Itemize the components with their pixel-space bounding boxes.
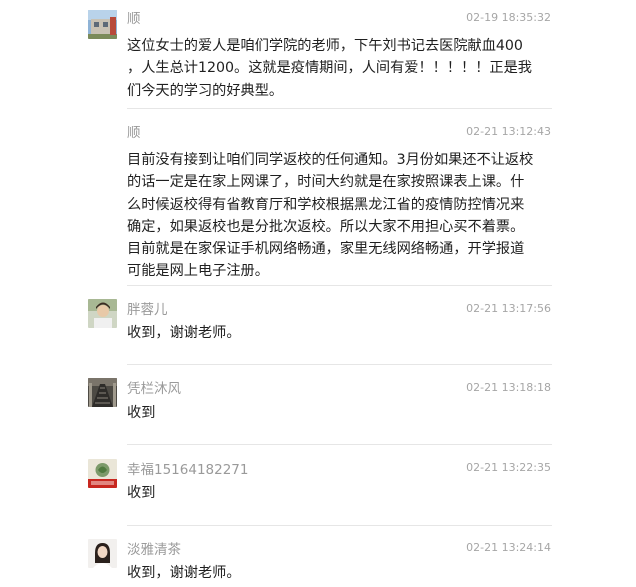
comment-text-line: 们今天的学习的好典型。: [127, 82, 284, 99]
commenter-name[interactable]: 胖蓉儿: [127, 302, 168, 318]
comment-divider: [127, 525, 552, 526]
comment-text-line: 可能是网上电子注册。: [127, 263, 269, 280]
comment-timestamp: 02-19 18:35:32: [466, 11, 551, 24]
comment-timestamp: 02-21 13:18:18: [466, 381, 551, 394]
comment-text: 收到: [127, 402, 557, 424]
comment-text-line: 这位女士的爱人是咱们学院的老师，下午刘书记去医院献血400: [127, 38, 523, 54]
escalator-photo-avatar[interactable]: [88, 378, 117, 407]
comment-text-line: 确定，如果返校也是分批次返校。所以大家不用担心买不着票。: [127, 218, 525, 235]
commenter-name[interactable]: 凭栏沐风: [127, 381, 181, 397]
comment-timestamp: 02-21 13:17:56: [466, 302, 551, 315]
comment-divider: [127, 444, 552, 445]
commenter-name[interactable]: 顺: [127, 125, 141, 141]
comment-divider: [127, 285, 552, 286]
person-photo-avatar[interactable]: [88, 299, 117, 328]
comment-timestamp: 02-21 13:22:35: [466, 461, 551, 474]
comment-timestamp: 02-21 13:24:14: [466, 541, 551, 554]
comment-text: 目前没有接到让咱们同学返校的任何通知。3月份如果还不让返校 的话一定是在家上网课…: [127, 149, 557, 283]
comment-text: 收到，谢谢老师。: [127, 562, 557, 584]
house-photo-avatar[interactable]: [88, 10, 117, 39]
comment-text: 收到，谢谢老师。: [127, 322, 557, 344]
comment-text-line: ，人生总计1200。这就是疫情期间，人间有爱！！！！！正是我: [127, 60, 532, 77]
comment-text-line: 目前没有接到让咱们同学返校的任何通知。3月份如果还不让返校: [127, 152, 534, 168]
comment-text-line: 收到，谢谢老师。: [127, 325, 241, 341]
comment-divider: [127, 108, 552, 109]
comment-text: 收到: [127, 482, 557, 504]
woman-portrait-avatar[interactable]: [88, 539, 117, 568]
comment-text-line: 的话一定是在家上网课了，时间大约就是在家按照课表上课。什: [127, 174, 525, 191]
comment-text-line: 么时候返校得有省教育厅和学校根据黑龙江省的疫情防控情况来: [127, 196, 525, 213]
comment-text-line: 收到，谢谢老师。: [127, 565, 241, 581]
commenter-name[interactable]: 顺: [127, 11, 141, 27]
comment-timestamp: 02-21 13:12:43: [466, 125, 551, 138]
comment-text-line: 收到: [127, 405, 156, 421]
comment-text-line: 收到: [127, 485, 156, 501]
china-refuel-avatar[interactable]: [88, 459, 117, 488]
comment-text-line: 目前就是在家保证手机网络畅通，家里无线网络畅通，开学报道: [127, 241, 525, 258]
comment-text: 这位女士的爱人是咱们学院的老师，下午刘书记去医院献血400 ，人生总计1200。…: [127, 35, 557, 102]
commenter-name[interactable]: 淡雅清茶: [127, 542, 181, 558]
comment-divider: [127, 364, 552, 365]
commenter-name[interactable]: 幸福15164182271: [127, 462, 248, 478]
